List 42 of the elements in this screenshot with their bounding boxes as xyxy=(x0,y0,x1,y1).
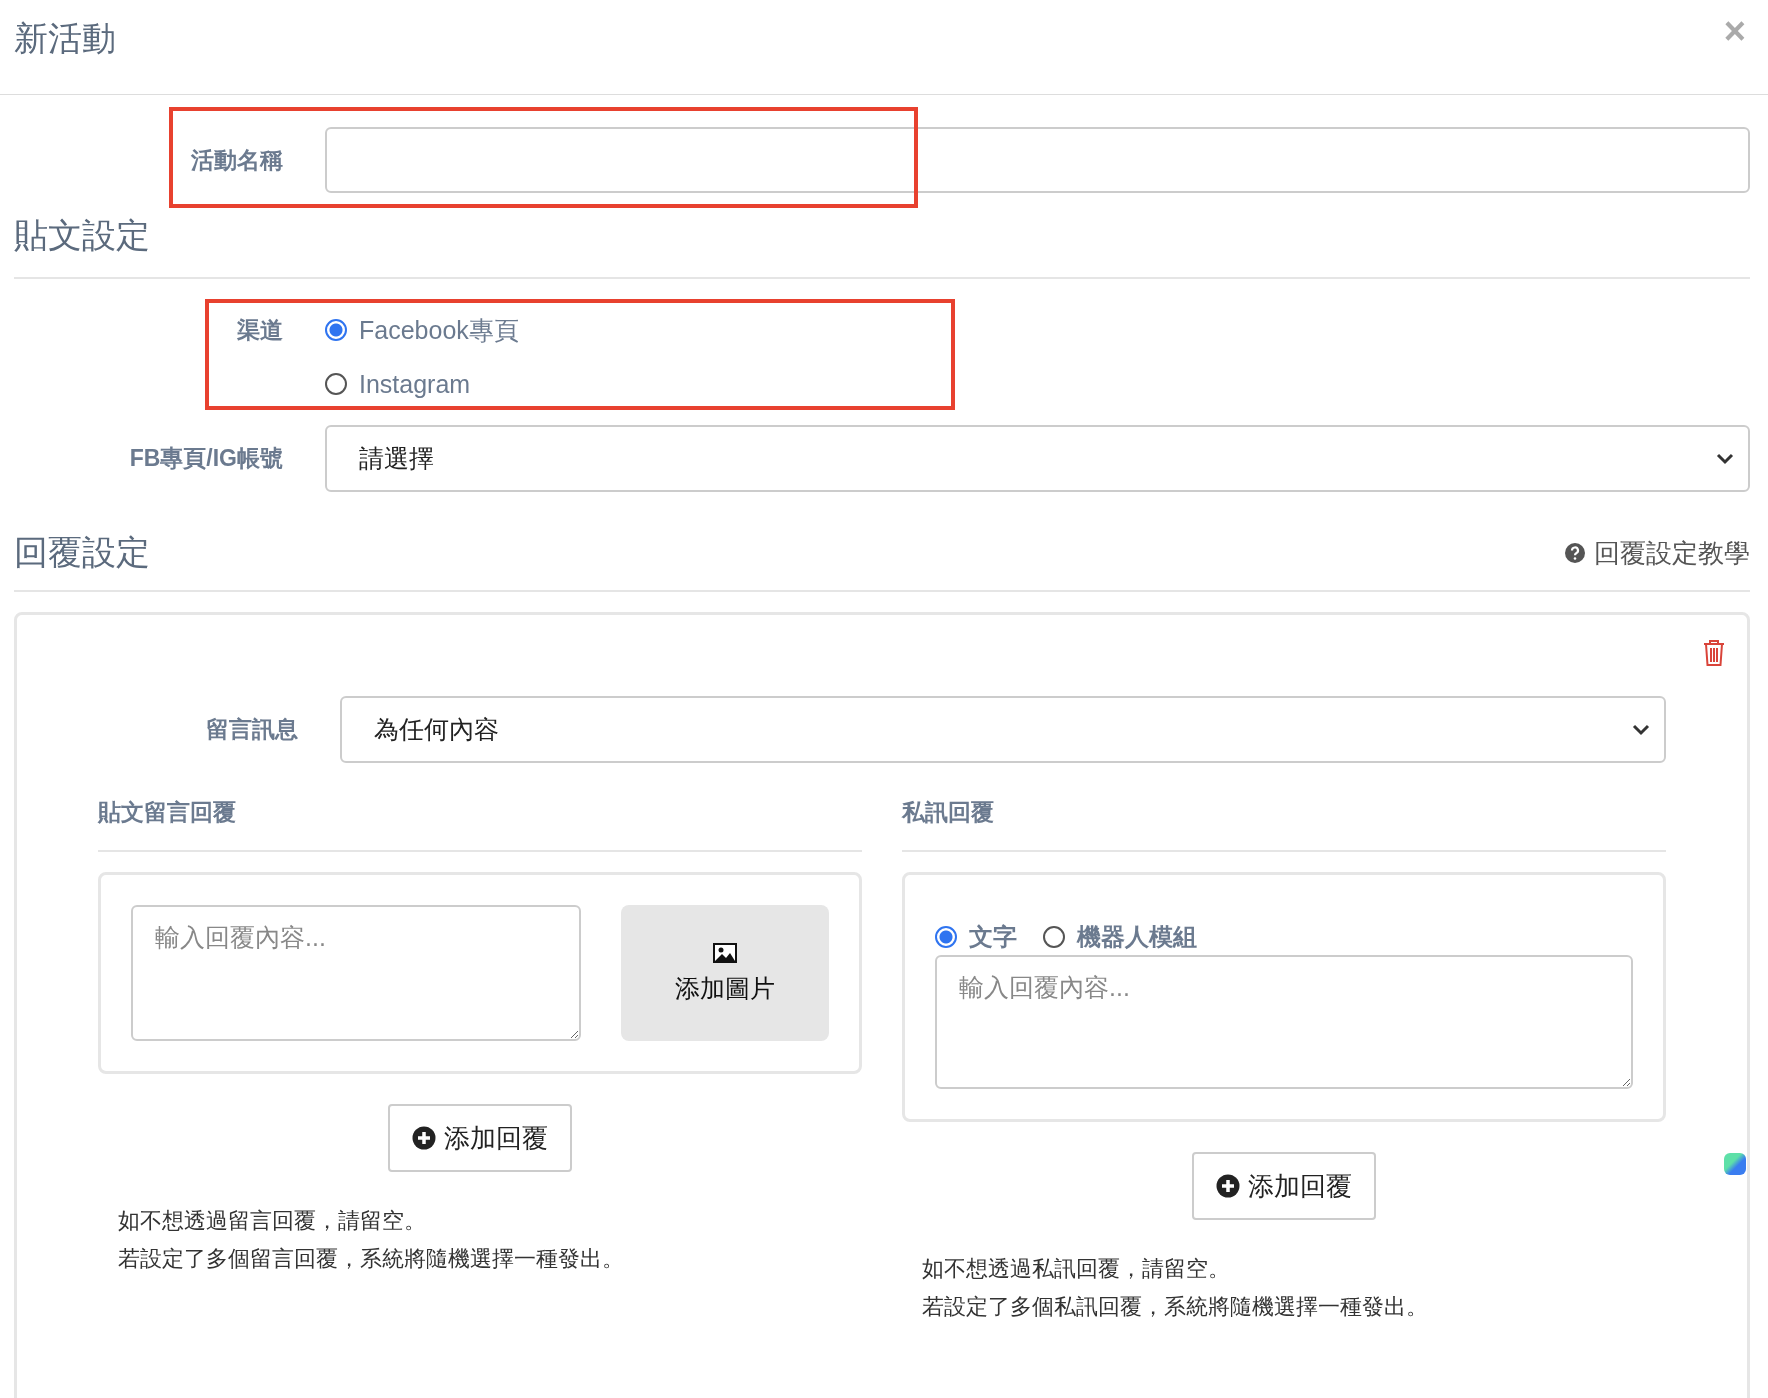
help-text: 若設定了多個私訊回覆，系統將隨機選擇一種發出。 xyxy=(922,1293,1429,1321)
help-link[interactable]: 回覆設定教學 xyxy=(1564,535,1750,571)
add-reply-button[interactable]: 添加回覆 xyxy=(388,1104,572,1172)
image-icon xyxy=(712,941,738,964)
radio-icon[interactable] xyxy=(325,373,347,395)
section-heading: 貼文設定 xyxy=(14,213,1750,279)
radio-icon[interactable] xyxy=(1043,926,1065,948)
plus-circle-icon xyxy=(412,1126,436,1150)
radio-icon[interactable] xyxy=(935,926,957,948)
dialog-title: 新活動 xyxy=(14,18,116,59)
radio-option[interactable]: Facebook專頁 xyxy=(325,312,519,348)
column-heading: 私訊回覆 xyxy=(902,797,1666,852)
account-select[interactable]: 請選擇 xyxy=(325,425,1750,492)
add-reply-button[interactable]: 添加回覆 xyxy=(1192,1152,1376,1220)
add-image-button[interactable]: 添加圖片 xyxy=(621,905,829,1041)
message-select[interactable]: 為任何內容 xyxy=(340,696,1666,763)
radio-icon[interactable] xyxy=(325,319,347,341)
reply-text-field[interactable]: 輸入回覆內容... xyxy=(131,905,581,1041)
chevron-down-icon xyxy=(1716,452,1734,465)
reply-text-field[interactable]: 輸入回覆內容... xyxy=(935,955,1633,1089)
field-label: 活動名稱 xyxy=(190,145,283,175)
column-heading: 貼文留言回覆 xyxy=(98,797,862,852)
option-label: Instagram xyxy=(359,369,471,399)
section-heading: 回覆設定 xyxy=(14,532,150,573)
option-label: 文字 xyxy=(969,922,1017,952)
radio-option[interactable]: 文字 xyxy=(935,919,1017,955)
activity-name-field[interactable] xyxy=(325,127,1750,193)
chat-widget-icon[interactable] xyxy=(1724,1153,1746,1175)
field-label: 渠道 xyxy=(236,316,283,345)
help-icon xyxy=(1564,542,1586,564)
chevron-down-icon xyxy=(1632,723,1650,736)
help-text: 如不想透過留言回覆，請留空。 xyxy=(118,1207,427,1235)
help-text: 若設定了多個留言回覆，系統將隨機選擇一種發出。 xyxy=(118,1245,625,1273)
option-label: Facebook專頁 xyxy=(359,314,519,346)
radio-option[interactable]: Instagram xyxy=(325,366,519,402)
field-label: FB專頁/IG帳號 xyxy=(128,444,283,473)
radio-option[interactable]: 機器人模組 xyxy=(1043,919,1197,955)
plus-circle-icon xyxy=(1216,1174,1240,1198)
trash-icon[interactable] xyxy=(1703,639,1725,667)
help-text: 如不想透過私訊回覆，請留空。 xyxy=(922,1255,1231,1283)
option-label: 機器人模組 xyxy=(1077,922,1197,952)
field-label: 留言訊息 xyxy=(205,715,298,744)
